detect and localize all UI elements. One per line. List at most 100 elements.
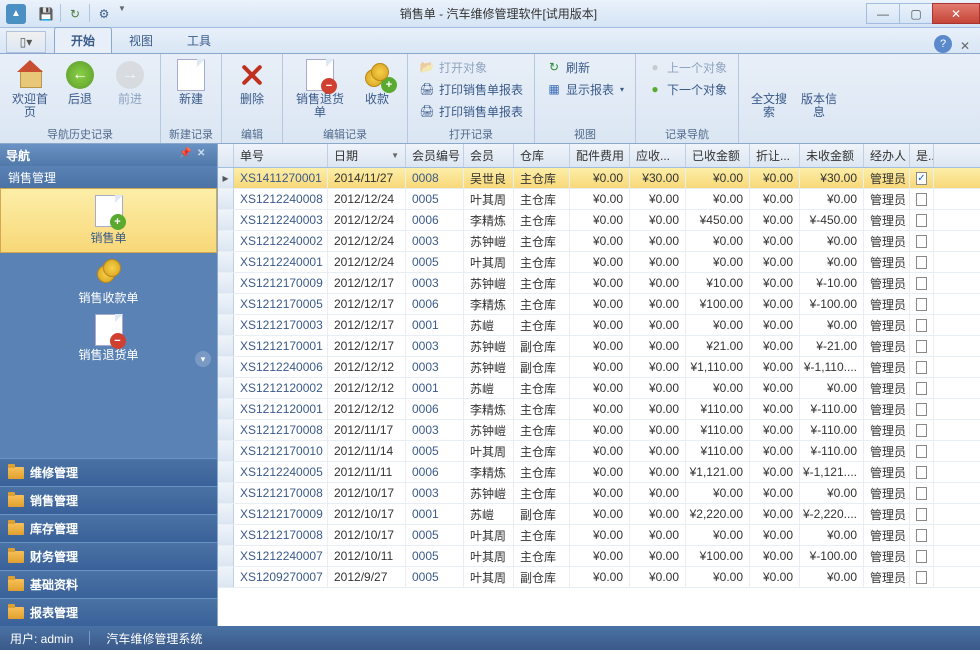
cell-member-no[interactable]: 0003 bbox=[406, 483, 464, 503]
cell-checkbox[interactable] bbox=[910, 210, 934, 230]
pin-icon[interactable]: 📌 bbox=[179, 148, 193, 162]
cell-checkbox[interactable] bbox=[910, 441, 934, 461]
app-menu-button[interactable]: ▯▾ bbox=[6, 31, 46, 53]
cell-no[interactable]: XS1212170005 bbox=[234, 294, 328, 314]
cell-no[interactable]: XS1212240003 bbox=[234, 210, 328, 230]
cell-member-no[interactable]: 0001 bbox=[406, 504, 464, 524]
show-report-button[interactable]: ▦ 显示报表▾ bbox=[541, 78, 629, 100]
delete-button[interactable]: 删除 bbox=[228, 56, 276, 109]
table-row[interactable]: XS12121700092012/12/170003苏钟嵦主仓库¥0.00¥0.… bbox=[218, 273, 980, 294]
nav-item-receipt[interactable]: 销售收款单 bbox=[0, 253, 217, 310]
cell-member-no[interactable]: 0005 bbox=[406, 546, 464, 566]
cell-no[interactable]: XS1212170008 bbox=[234, 525, 328, 545]
cell-no[interactable]: XS1212170001 bbox=[234, 336, 328, 356]
nav-item-sales-order[interactable]: + 销售单 bbox=[0, 188, 217, 253]
col-header-member[interactable]: 会员 bbox=[464, 144, 514, 167]
cell-no[interactable]: XS1212170009 bbox=[234, 273, 328, 293]
cell-member-no[interactable]: 0006 bbox=[406, 462, 464, 482]
cell-no[interactable]: XS1212170008 bbox=[234, 483, 328, 503]
refresh-button[interactable]: ↻ bbox=[65, 4, 85, 24]
fulltext-search-button[interactable]: 全文搜索 bbox=[745, 56, 793, 122]
cell-member-no[interactable]: 0003 bbox=[406, 336, 464, 356]
table-row[interactable]: XS12122400072012/10/110005叶其周主仓库¥0.00¥0.… bbox=[218, 546, 980, 567]
help-icon[interactable]: ? bbox=[934, 35, 952, 53]
cell-checkbox[interactable] bbox=[910, 546, 934, 566]
table-row[interactable]: XS12122400032012/12/240006李精炼主仓库¥0.00¥0.… bbox=[218, 210, 980, 231]
cell-checkbox[interactable] bbox=[910, 504, 934, 524]
cell-checkbox[interactable] bbox=[910, 567, 934, 587]
nav-item-return[interactable]: − 销售退货单 ▾ bbox=[0, 310, 217, 373]
cell-member-no[interactable]: 0005 bbox=[406, 441, 464, 461]
nav-cat-base[interactable]: 基础资料 bbox=[0, 570, 217, 598]
refresh-button[interactable]: ↻ 刷新 bbox=[541, 56, 629, 78]
col-header-discount[interactable]: 折让... bbox=[750, 144, 800, 167]
cell-member-no[interactable]: 0008 bbox=[406, 168, 464, 188]
table-row[interactable]: XS12121700032012/12/170001苏嵦主仓库¥0.00¥0.0… bbox=[218, 315, 980, 336]
col-header-is[interactable]: 是... bbox=[910, 144, 934, 167]
sales-return-button[interactable]: − 销售退货单 bbox=[289, 56, 351, 122]
cell-no[interactable]: XS1212170008 bbox=[234, 420, 328, 440]
tab-view[interactable]: 视图 bbox=[112, 27, 170, 53]
col-header-handler[interactable]: 经办人 bbox=[864, 144, 910, 167]
minimize-button[interactable]: ― bbox=[866, 3, 900, 24]
nav-cat-finance[interactable]: 财务管理 bbox=[0, 542, 217, 570]
cell-no[interactable]: XS1212170003 bbox=[234, 315, 328, 335]
table-row[interactable]: ▸XS14112700012014/11/270008吴世良主仓库¥0.00¥3… bbox=[218, 168, 980, 189]
cell-no[interactable]: XS1212240001 bbox=[234, 252, 328, 272]
nav-cat-sales[interactable]: 销售管理 bbox=[0, 486, 217, 514]
cell-checkbox[interactable] bbox=[910, 420, 934, 440]
table-row[interactable]: XS12121200012012/12/120006李精炼主仓库¥0.00¥0.… bbox=[218, 399, 980, 420]
cell-checkbox[interactable]: ✓ bbox=[910, 168, 934, 188]
print-report1-button[interactable]: 🖨 打印销售单报表 bbox=[414, 78, 528, 100]
col-header-paid[interactable]: 已收金额 bbox=[686, 144, 750, 167]
cell-member-no[interactable]: 0005 bbox=[406, 189, 464, 209]
collect-button[interactable]: + 收款 bbox=[353, 56, 401, 109]
nav-cat-report[interactable]: 报表管理 bbox=[0, 598, 217, 626]
cell-no[interactable]: XS1411270001 bbox=[234, 168, 328, 188]
col-header-parts-fee[interactable]: 配件费用 bbox=[570, 144, 630, 167]
cell-checkbox[interactable] bbox=[910, 378, 934, 398]
close-button[interactable]: ✕ bbox=[932, 3, 980, 24]
cell-no[interactable]: XS1212240006 bbox=[234, 357, 328, 377]
cell-checkbox[interactable] bbox=[910, 462, 934, 482]
col-header-no[interactable]: 单号 bbox=[234, 144, 328, 167]
cell-member-no[interactable]: 0005 bbox=[406, 252, 464, 272]
cell-no[interactable]: XS1212170010 bbox=[234, 441, 328, 461]
cell-checkbox[interactable] bbox=[910, 231, 934, 251]
nav-section-header[interactable]: 销售管理 bbox=[0, 166, 217, 188]
grid-body[interactable]: ▸XS14112700012014/11/270008吴世良主仓库¥0.00¥3… bbox=[218, 168, 980, 626]
cell-member-no[interactable]: 0003 bbox=[406, 420, 464, 440]
table-row[interactable]: XS12121700102012/11/140005叶其周主仓库¥0.00¥0.… bbox=[218, 441, 980, 462]
table-row[interactable]: XS12121700052012/12/170006李精炼主仓库¥0.00¥0.… bbox=[218, 294, 980, 315]
next-object-button[interactable]: ● 下一个对象 bbox=[642, 78, 732, 100]
cell-checkbox[interactable] bbox=[910, 294, 934, 314]
cell-member-no[interactable]: 0001 bbox=[406, 315, 464, 335]
cell-no[interactable]: XS1212120001 bbox=[234, 399, 328, 419]
cell-checkbox[interactable] bbox=[910, 273, 934, 293]
mdi-close-icon[interactable]: ✕ bbox=[960, 39, 974, 53]
cell-no[interactable]: XS1212240005 bbox=[234, 462, 328, 482]
settings-button[interactable]: ⚙ bbox=[94, 4, 114, 24]
cell-no[interactable]: XS1212240002 bbox=[234, 231, 328, 251]
back-button[interactable]: ← 后退 bbox=[56, 56, 104, 109]
col-header-unpaid[interactable]: 未收金额 bbox=[800, 144, 864, 167]
table-row[interactable]: XS12121700082012/10/170003苏钟嵦主仓库¥0.00¥0.… bbox=[218, 483, 980, 504]
maximize-button[interactable]: ▢ bbox=[899, 3, 933, 24]
table-row[interactable]: XS12121200022012/12/120001苏嵦主仓库¥0.00¥0.0… bbox=[218, 378, 980, 399]
nav-cat-stock[interactable]: 库存管理 bbox=[0, 514, 217, 542]
table-row[interactable]: XS12122400052012/11/110006李精炼主仓库¥0.00¥0.… bbox=[218, 462, 980, 483]
col-header-date[interactable]: 日期▼ bbox=[328, 144, 406, 167]
cell-member-no[interactable]: 0005 bbox=[406, 525, 464, 545]
qat-dropdown[interactable]: ▼ bbox=[118, 4, 126, 24]
tab-tools[interactable]: 工具 bbox=[170, 27, 228, 53]
version-info-button[interactable]: 版本信息 bbox=[795, 56, 843, 122]
cell-member-no[interactable]: 0006 bbox=[406, 399, 464, 419]
cell-member-no[interactable]: 0003 bbox=[406, 357, 464, 377]
table-row[interactable]: XS12121700082012/10/170005叶其周主仓库¥0.00¥0.… bbox=[218, 525, 980, 546]
cell-member-no[interactable]: 0005 bbox=[406, 567, 464, 587]
table-row[interactable]: XS12122400022012/12/240003苏钟嵦主仓库¥0.00¥0.… bbox=[218, 231, 980, 252]
cell-checkbox[interactable] bbox=[910, 315, 934, 335]
cell-no[interactable]: XS1209270007 bbox=[234, 567, 328, 587]
col-header-receivable[interactable]: 应收... bbox=[630, 144, 686, 167]
expand-icon[interactable]: ▾ bbox=[195, 351, 211, 367]
